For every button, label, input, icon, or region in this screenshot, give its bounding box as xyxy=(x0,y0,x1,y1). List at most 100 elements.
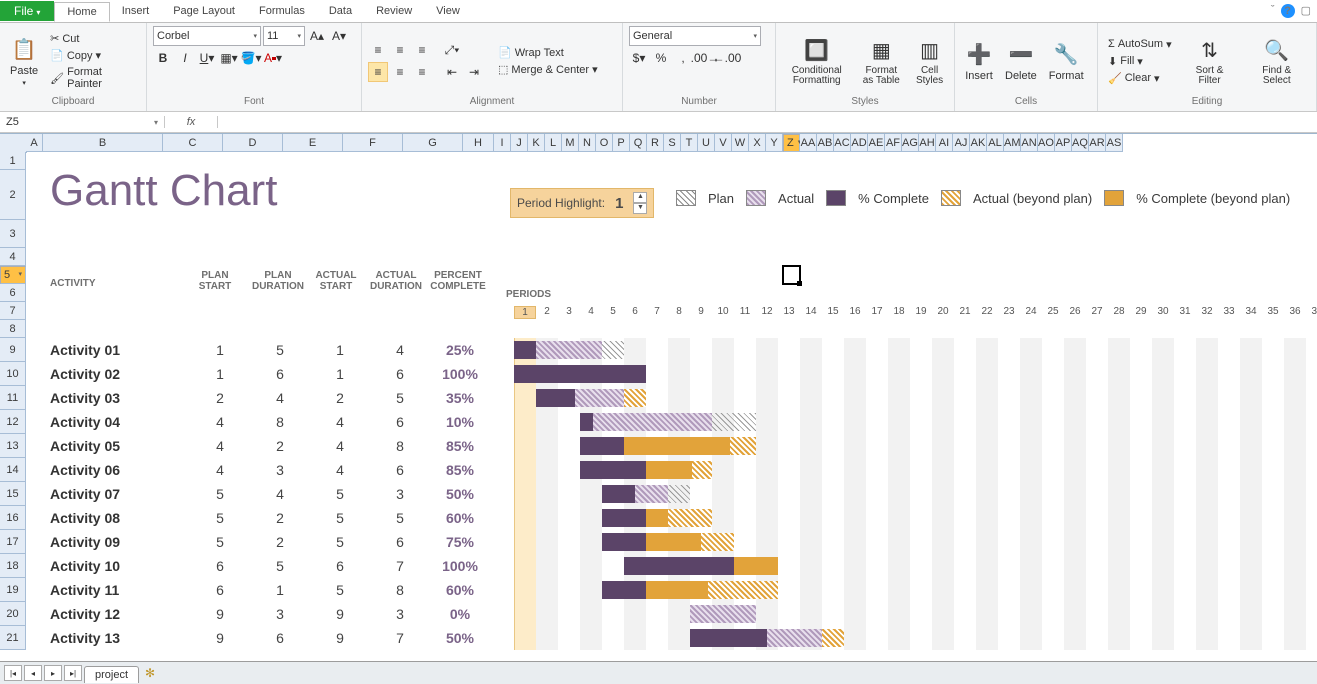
column-header-V[interactable]: V xyxy=(715,134,732,152)
font-color-button[interactable]: A▾ xyxy=(263,48,283,68)
conditional-formatting-button[interactable]: 🔲Conditional Formatting xyxy=(782,34,851,88)
shrink-font-icon[interactable]: A▾ xyxy=(329,26,349,46)
column-header-Y[interactable]: Y xyxy=(766,134,783,152)
column-header-C[interactable]: C xyxy=(163,134,223,152)
column-header-Z[interactable]: Z xyxy=(783,134,800,152)
tab-formulas[interactable]: Formulas xyxy=(247,2,317,20)
column-header-AE[interactable]: AE xyxy=(868,134,885,152)
column-header-G[interactable]: G xyxy=(403,134,463,152)
dec-decimal-icon[interactable]: ←.00 xyxy=(717,48,737,68)
column-header-D[interactable]: D xyxy=(223,134,283,152)
align-bottom-icon[interactable]: ≡ xyxy=(412,40,432,60)
wrap-text-button[interactable]: 📄 Wrap Text xyxy=(494,45,602,60)
column-header-T[interactable]: T xyxy=(681,134,698,152)
italic-button[interactable]: I xyxy=(175,48,195,68)
column-header-AM[interactable]: AM xyxy=(1004,134,1021,152)
increase-indent-icon[interactable]: ⇥ xyxy=(464,62,484,82)
row-header-16[interactable]: 16 xyxy=(0,506,26,530)
grow-font-icon[interactable]: A▴ xyxy=(307,26,327,46)
border-button[interactable]: ▦▾ xyxy=(219,48,239,68)
file-tab[interactable]: File xyxy=(0,1,54,21)
tab-review[interactable]: Review xyxy=(364,2,424,20)
clear-button[interactable]: 🧹 Clear ▾ xyxy=(1104,71,1176,86)
row-header-5[interactable]: 5 xyxy=(0,266,26,284)
column-header-N[interactable]: N xyxy=(579,134,596,152)
column-header-B[interactable]: B xyxy=(43,134,163,152)
row-header-9[interactable]: 9 xyxy=(0,338,26,362)
select-all-button[interactable] xyxy=(0,134,27,153)
row-header-15[interactable]: 15 xyxy=(0,482,26,506)
column-header-M[interactable]: M xyxy=(562,134,579,152)
row-header-7[interactable]: 7 xyxy=(0,302,26,320)
delete-cells-button[interactable]: ➖Delete xyxy=(1001,38,1041,84)
align-left-icon[interactable]: ≡ xyxy=(368,62,388,82)
column-header-AF[interactable]: AF xyxy=(885,134,902,152)
fill-color-button[interactable]: 🪣▾ xyxy=(241,48,261,68)
cell-styles-button[interactable]: ▥Cell Styles xyxy=(911,34,948,88)
bold-button[interactable]: B xyxy=(153,48,173,68)
number-format-select[interactable]: General xyxy=(629,26,761,46)
column-header-E[interactable]: E xyxy=(283,134,343,152)
copy-button[interactable]: 📄 Copy ▾ xyxy=(46,48,140,63)
column-header-AG[interactable]: AG xyxy=(902,134,919,152)
tab-view[interactable]: View xyxy=(424,2,472,20)
paste-button[interactable]: 📋Paste▾ xyxy=(6,33,42,89)
column-header-X[interactable]: X xyxy=(749,134,766,152)
column-header-S[interactable]: S xyxy=(664,134,681,152)
cut-button[interactable]: ✂ Cut xyxy=(46,31,140,46)
merge-center-button[interactable]: ⬚ Merge & Center ▾ xyxy=(494,62,602,77)
insert-cells-button[interactable]: ➕Insert xyxy=(961,38,997,84)
column-header-L[interactable]: L xyxy=(545,134,562,152)
name-box[interactable]: Z5 xyxy=(0,116,165,128)
column-header-R[interactable]: R xyxy=(647,134,664,152)
row-header-21[interactable]: 21 xyxy=(0,626,26,650)
format-painter-button[interactable]: 🖌 Format Painter xyxy=(46,65,140,91)
row-header-10[interactable]: 10 xyxy=(0,362,26,386)
row-header-8[interactable]: 8 xyxy=(0,320,26,338)
column-header-AB[interactable]: AB xyxy=(817,134,834,152)
align-middle-icon[interactable]: ≡ xyxy=(390,40,410,60)
column-header-Q[interactable]: Q xyxy=(630,134,647,152)
sheet-nav-last-icon[interactable]: ▸| xyxy=(64,665,82,681)
column-header-K[interactable]: K xyxy=(528,134,545,152)
align-center-icon[interactable]: ≡ xyxy=(390,62,410,82)
fill-button[interactable]: ⬇ Fill ▾ xyxy=(1104,54,1176,69)
align-top-icon[interactable]: ≡ xyxy=(368,40,388,60)
row-header-11[interactable]: 11 xyxy=(0,386,26,410)
column-header-F[interactable]: F xyxy=(343,134,403,152)
sheet-tab-project[interactable]: project xyxy=(84,666,139,683)
row-header-4[interactable]: 4 xyxy=(0,248,26,266)
column-header-AQ[interactable]: AQ xyxy=(1072,134,1089,152)
sheet-nav-prev-icon[interactable]: ◂ xyxy=(24,665,42,681)
column-header-AD[interactable]: AD xyxy=(851,134,868,152)
help-icon[interactable]: ? xyxy=(1281,4,1295,18)
new-sheet-icon[interactable]: ✻ xyxy=(145,666,155,680)
column-header-AH[interactable]: AH xyxy=(919,134,936,152)
find-select-button[interactable]: 🔍Find & Select xyxy=(1244,34,1310,88)
row-header-17[interactable]: 17 xyxy=(0,530,26,554)
row-header-3[interactable]: 3 xyxy=(0,220,26,248)
column-header-U[interactable]: U xyxy=(698,134,715,152)
column-header-AP[interactable]: AP xyxy=(1055,134,1072,152)
row-header-19[interactable]: 19 xyxy=(0,578,26,602)
column-header-AK[interactable]: AK xyxy=(970,134,987,152)
tab-data[interactable]: Data xyxy=(317,2,364,20)
column-header-AN[interactable]: AN xyxy=(1021,134,1038,152)
column-header-AR[interactable]: AR xyxy=(1089,134,1106,152)
column-header-AJ[interactable]: AJ xyxy=(953,134,970,152)
column-header-A[interactable]: A xyxy=(26,134,43,152)
column-header-AI[interactable]: AI xyxy=(936,134,953,152)
column-header-O[interactable]: O xyxy=(596,134,613,152)
tab-page-layout[interactable]: Page Layout xyxy=(161,2,247,20)
font-size-select[interactable]: 11 xyxy=(263,26,305,46)
minimize-ribbon-icon[interactable]: ˇ xyxy=(1271,4,1275,18)
row-header-1[interactable]: 1 xyxy=(0,152,26,170)
column-header-W[interactable]: W xyxy=(732,134,749,152)
row-header-18[interactable]: 18 xyxy=(0,554,26,578)
align-right-icon[interactable]: ≡ xyxy=(412,62,432,82)
row-header-13[interactable]: 13 xyxy=(0,434,26,458)
font-name-select[interactable]: Corbel xyxy=(153,26,261,46)
row-header-2[interactable]: 2 xyxy=(0,170,26,220)
decrease-indent-icon[interactable]: ⇤ xyxy=(442,62,462,82)
column-header-AS[interactable]: AS xyxy=(1106,134,1123,152)
